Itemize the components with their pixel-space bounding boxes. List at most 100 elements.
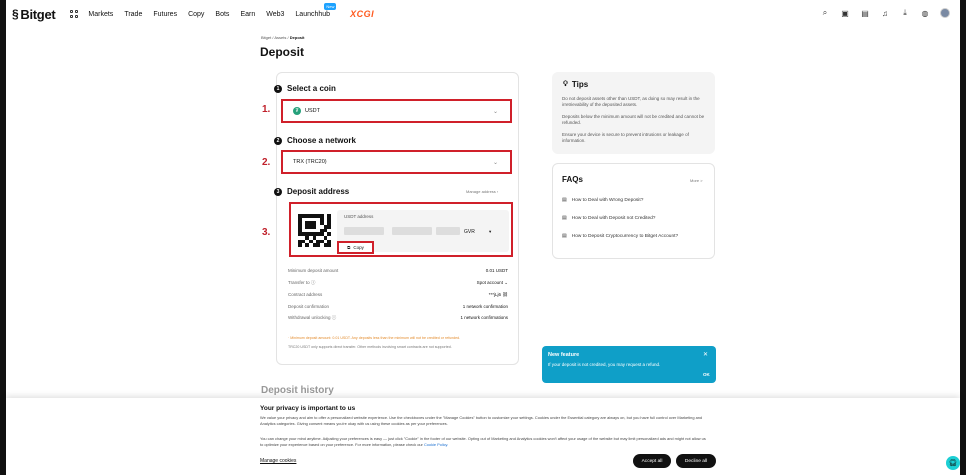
cookie-paragraph: We value your privacy and aim to offer a…	[260, 415, 703, 426]
notification-bell-icon[interactable]: ♫	[880, 8, 890, 18]
nav-markets[interactable]: Markets	[88, 11, 113, 18]
avatar[interactable]	[940, 8, 950, 18]
cookie-paragraph-text: You can change your mind anytime. Adjust…	[260, 436, 706, 447]
document-icon: ▤	[562, 233, 567, 239]
detail-key-text: Transfer to	[288, 280, 310, 285]
step-select-coin: 1 Select a coin	[274, 84, 336, 93]
faqs-title: FAQs	[562, 175, 583, 184]
popup-title: New feature	[548, 352, 580, 358]
detail-key: Withdrawal unlocking ⓘ	[288, 315, 336, 321]
nav-futures[interactable]: Futures	[153, 11, 177, 18]
faq-item[interactable]: ▤ How to Deal with Wrong Deposit?	[562, 197, 643, 203]
address-suffix[interactable]: GVR	[464, 229, 475, 235]
cookie-policy-link[interactable]: Cookie Policy.	[424, 442, 448, 447]
network-note: TRC20 USDT only supports direct transfer…	[288, 345, 452, 349]
detail-row: Transfer to ⓘ Spot account ⌄	[288, 280, 508, 286]
tip-item: Ensure your device is secure to prevent …	[562, 132, 689, 143]
tips-title-text: Tips	[571, 80, 589, 89]
orders-icon[interactable]: ▤	[860, 8, 870, 18]
new-badge: New	[324, 2, 337, 10]
support-chat-icon[interactable]: 🎧︎	[946, 456, 960, 470]
network-select[interactable]: TRX (TRC20) ⌄	[281, 150, 512, 174]
faq-item-label: How to Deal with Deposit not Credited?	[571, 215, 656, 221]
breadcrumb-bitget[interactable]: Bitget	[261, 35, 271, 40]
copy-icon: ⧉	[347, 245, 351, 250]
tip-item: Deposits below the minimum amount will n…	[562, 114, 705, 125]
detail-row: Withdrawal unlocking ⓘ 1 network confirm…	[288, 315, 508, 321]
assets-icon[interactable]: ▣	[840, 8, 850, 18]
nav-right-icons: ⌕ ▣ ▤ ♫ ⤓ ◍	[820, 8, 950, 18]
detail-key: Minimum deposit amount	[288, 268, 339, 273]
manage-address-link[interactable]: Manage address ›	[466, 189, 498, 194]
detail-row: Contract address ***jLj6 ⛓	[288, 292, 508, 298]
popup-text: If your deposit is not credited, you may…	[548, 362, 661, 367]
nav-web3[interactable]: Web3	[266, 11, 284, 18]
step-label: Deposit address	[287, 187, 350, 196]
document-icon: ▤	[562, 197, 567, 203]
close-icon[interactable]: ✕	[703, 351, 708, 358]
apps-grid-icon[interactable]	[70, 10, 79, 18]
detail-value: ***jLj6	[488, 292, 502, 297]
detail-row: Minimum deposit amount 0.01 USDT	[288, 268, 508, 273]
detail-row: Deposit confirmation 1 network confirmat…	[288, 304, 508, 309]
link-icon[interactable]: ⛓	[502, 292, 508, 297]
address-redacted	[392, 227, 432, 235]
coin-select-value: USDT	[305, 108, 320, 114]
nav-trade[interactable]: Trade	[124, 11, 142, 18]
info-icon: ⓘ	[331, 315, 337, 320]
page-title: Deposit	[260, 45, 305, 59]
annotation-marker-1: 1.	[262, 104, 271, 115]
address-dropdown-icon[interactable]: ▾	[489, 229, 491, 235]
copy-address-button[interactable]: ⧉ Copy	[337, 241, 374, 254]
step-number: 3	[274, 187, 282, 196]
nav-copy[interactable]: Copy	[188, 11, 204, 18]
tips-title: 💡︎ Tips	[563, 80, 588, 89]
popup-ok-button[interactable]: OK	[703, 372, 710, 377]
cookie-paragraph-2: You can change your mind anytime. Adjust…	[260, 436, 710, 447]
manage-cookies-link[interactable]: Manage cookies	[260, 458, 296, 464]
step-label: Choose a network	[287, 136, 356, 145]
nav-launchhub[interactable]: Launchhub New	[295, 2, 341, 18]
document-icon: ▤	[562, 215, 567, 221]
breadcrumb-deposit: Deposit	[289, 35, 305, 40]
step-deposit-address: 3 Deposit address	[274, 187, 349, 196]
chevron-down-icon: ⌄	[504, 280, 508, 285]
annotation-marker-2: 2.	[262, 157, 271, 168]
language-globe-icon[interactable]: ◍	[920, 8, 930, 18]
breadcrumb-assets[interactable]: Assets	[274, 35, 286, 40]
nav-bots[interactable]: Bots	[215, 11, 229, 18]
detail-value: 1 network confirmation	[462, 304, 508, 309]
breadcrumb-sep: /	[287, 35, 289, 40]
brand-name: Bitget	[20, 6, 56, 22]
faqs-more-link[interactable]: More >	[690, 178, 703, 183]
decline-all-button[interactable]: Decline all	[676, 454, 716, 468]
faq-item-label: How to Deal with Wrong Deposit?	[571, 197, 644, 203]
detail-key-text: Withdrawal unlocking	[288, 315, 331, 320]
detail-value: 1 network confirmations	[460, 315, 508, 320]
faq-item[interactable]: ▤ How to Deal with Deposit not Credited?	[562, 215, 655, 221]
lightbulb-icon: 💡︎	[563, 80, 568, 88]
detail-value: Spot account	[476, 280, 503, 285]
search-icon[interactable]: ⌕	[820, 8, 830, 18]
manage-address-label: Manage address	[466, 189, 496, 194]
promo-xcgi[interactable]: XCGI	[350, 9, 374, 19]
nav-earn[interactable]: Earn	[240, 11, 255, 18]
address-redacted	[436, 227, 460, 235]
transfer-to-select[interactable]: Spot account ⌄	[477, 280, 508, 286]
top-nav: § Bitget Markets Trade Futures Copy Bots…	[6, 0, 960, 28]
main-menu: Markets Trade Futures Copy Bots Earn Web…	[88, 2, 385, 19]
accept-all-button[interactable]: Accept all	[633, 454, 671, 468]
address-redacted	[344, 227, 384, 235]
faq-item[interactable]: ▤ How to Deposit Cryptocurrency to Bitge…	[562, 233, 678, 239]
qr-module	[327, 243, 331, 247]
annotation-marker-3: 3.	[262, 227, 271, 238]
contract-address-value: ***jLj6 ⛓	[489, 292, 508, 298]
chevron-down-icon: ⌄	[492, 160, 498, 166]
nav-launchhub-label: Launchhub	[295, 10, 331, 18]
detail-key: Contract address	[288, 292, 323, 297]
download-icon[interactable]: ⤓	[900, 8, 910, 18]
brand-logo[interactable]: § Bitget	[12, 6, 56, 22]
coin-select[interactable]: ₮ USDT ⌄	[281, 99, 512, 123]
bitget-logo-icon: §	[12, 7, 19, 21]
deposit-history-title: Deposit history	[261, 385, 334, 396]
